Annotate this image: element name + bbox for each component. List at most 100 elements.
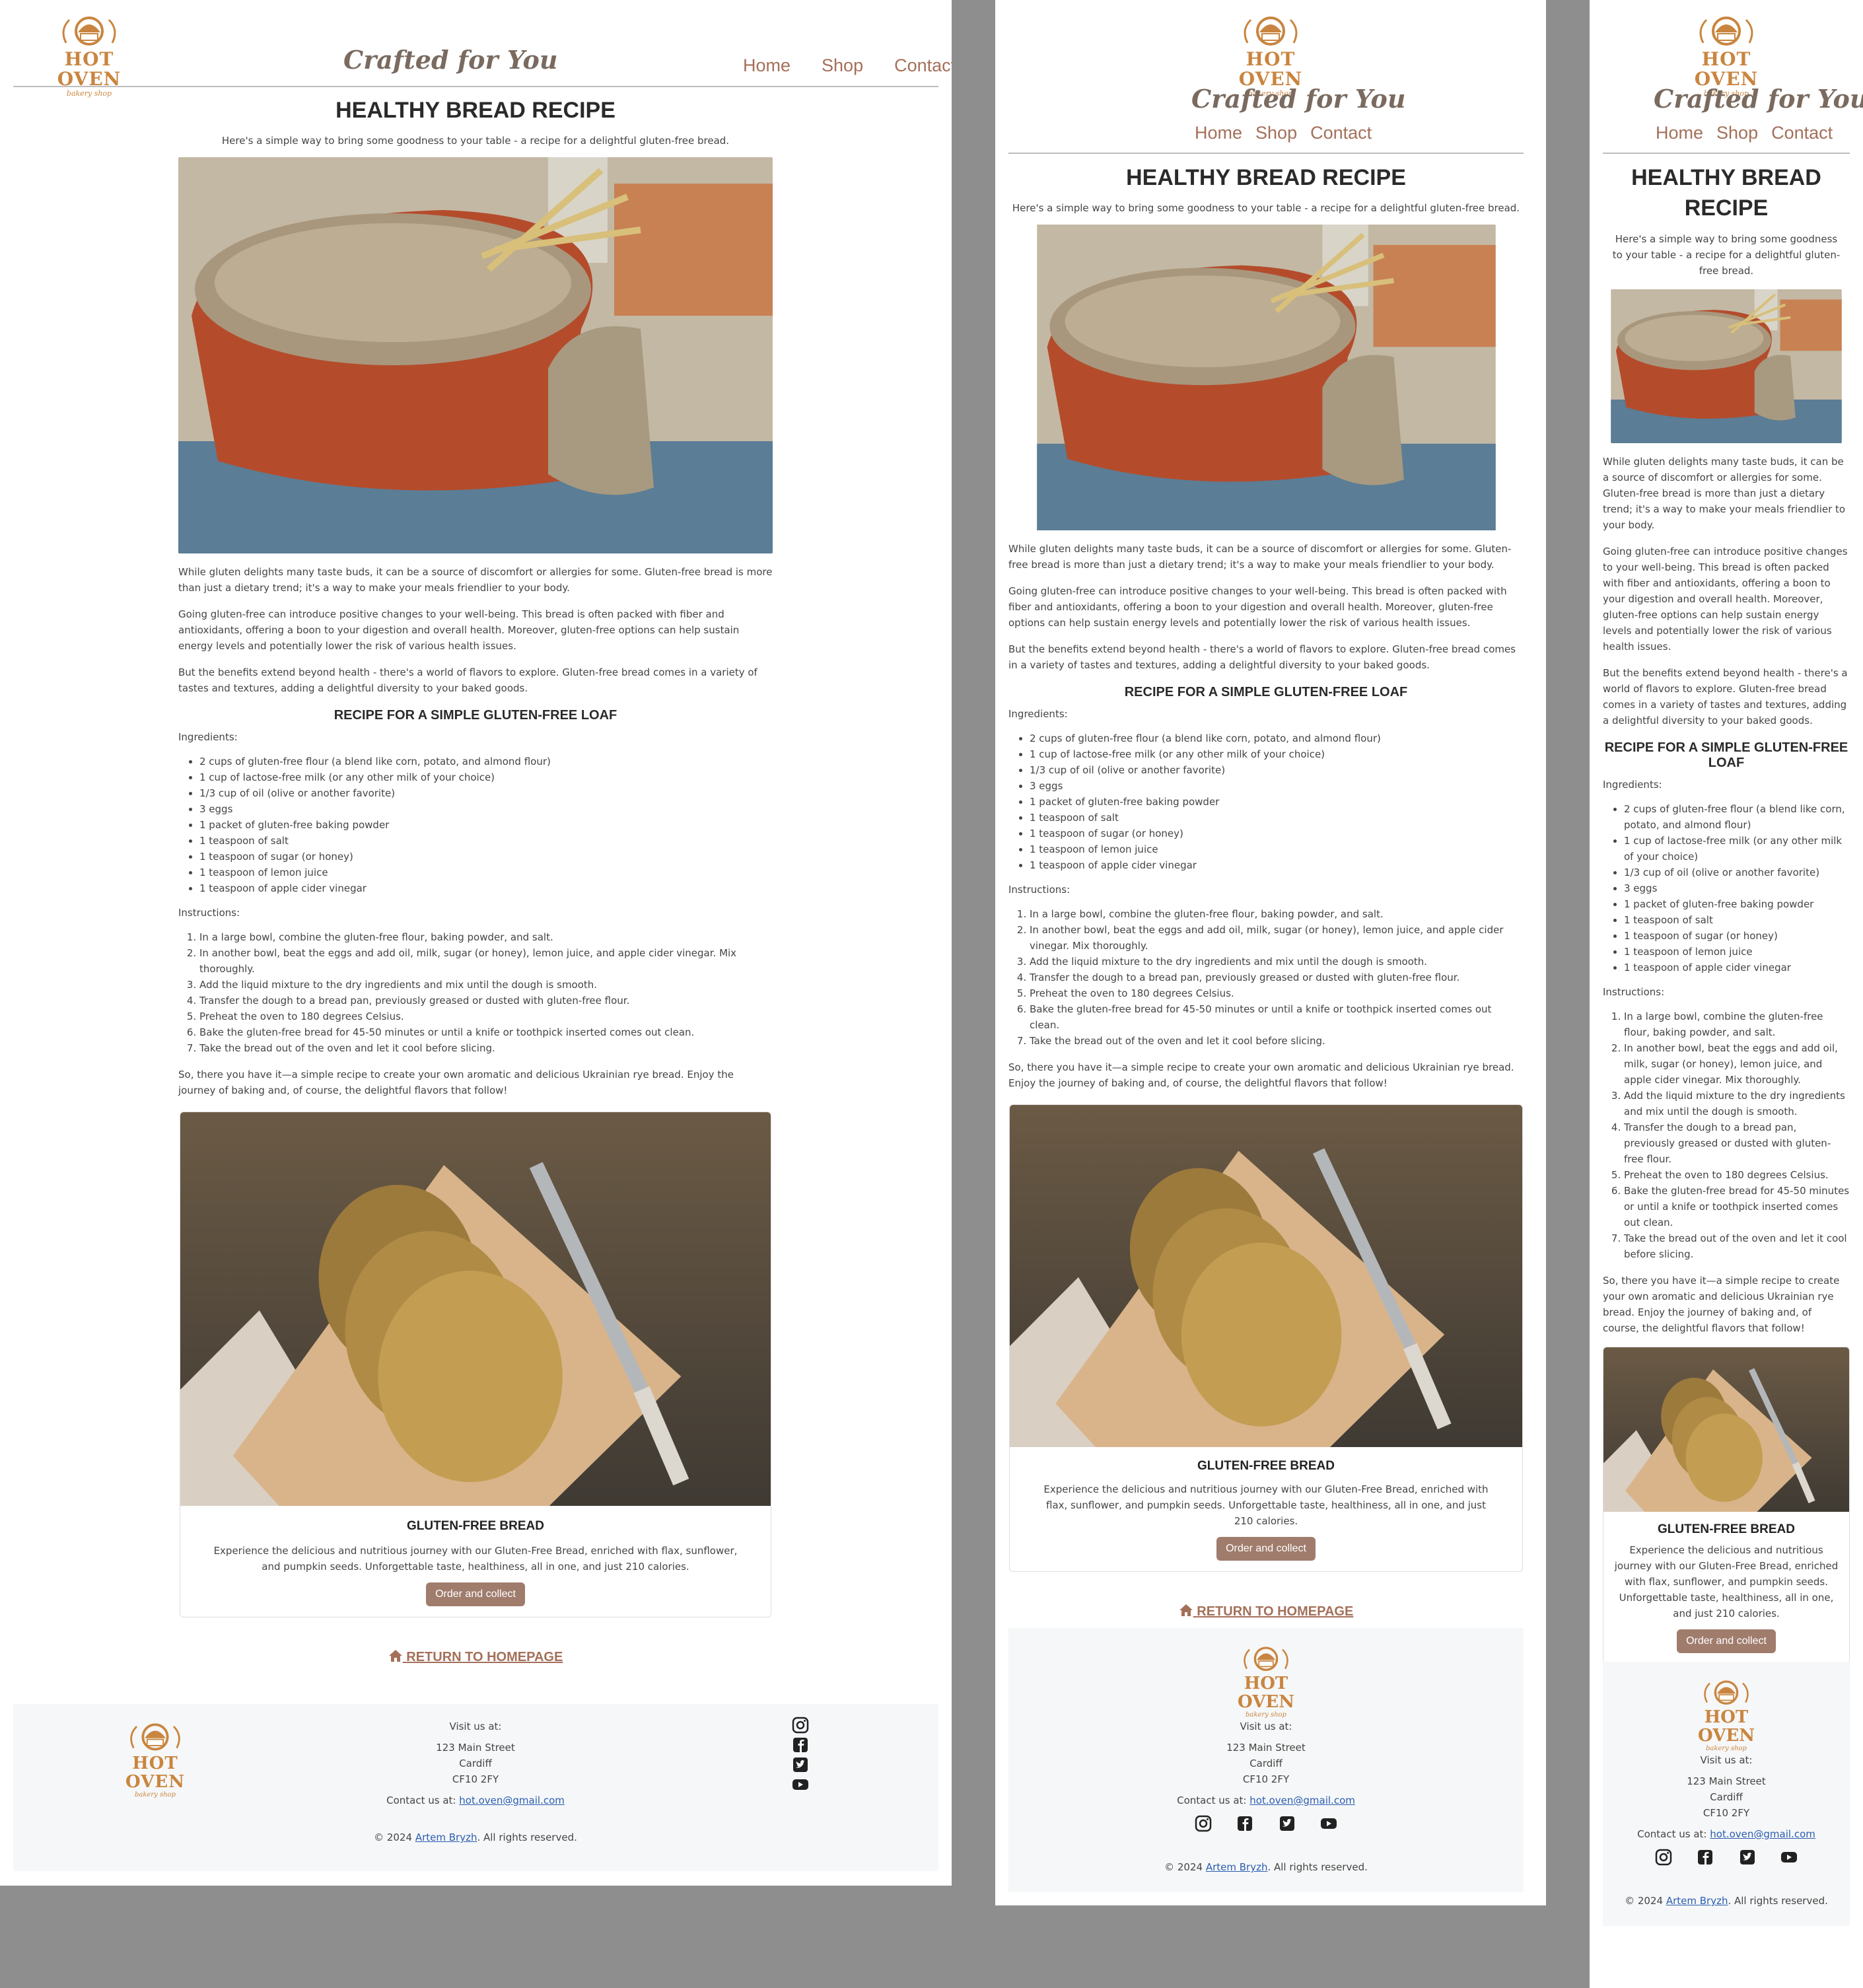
youtube-icon[interactable] xyxy=(1320,1815,1337,1832)
logo-wordmark: HOT OVEN xyxy=(57,48,122,90)
instagram-icon[interactable] xyxy=(792,1717,809,1734)
order-collect-button[interactable]: Order and collect xyxy=(426,1582,525,1606)
author-link[interactable]: Artem Bryzh xyxy=(1206,1861,1268,1873)
list-item: 1 teaspoon of salt xyxy=(1030,810,1524,826)
copyright-prefix: © 2024 xyxy=(374,1831,415,1843)
ingredients-label: Ingredients: xyxy=(1008,708,1068,720)
facebook-icon[interactable] xyxy=(1697,1849,1714,1866)
body-paragraph: But the benefits extend beyond health - … xyxy=(1008,643,1516,671)
order-collect-button[interactable]: Order and collect xyxy=(1677,1629,1776,1653)
social-links xyxy=(1008,1815,1524,1835)
logo-subtitle: bakery shop xyxy=(1706,1745,1747,1752)
footer-logo[interactable]: HOT OVEN bakery shop xyxy=(106,1717,205,1798)
email-link[interactable]: hot.oven@gmail.com xyxy=(1710,1828,1815,1840)
contact-label: Contact us at: xyxy=(1637,1828,1710,1840)
twitter-icon[interactable] xyxy=(1739,1849,1756,1866)
visit-label: Visit us at: xyxy=(1240,1721,1292,1732)
footer-logo[interactable]: HOT OVEN bakery shop xyxy=(1216,1641,1316,1719)
return-homepage-link[interactable]: RETURN TO HOMEPAGE xyxy=(1179,1604,1354,1619)
ingredients-list: 2 cups of gluten-free flour (a blend lik… xyxy=(199,754,773,896)
list-item: 3 eggs xyxy=(1030,778,1524,794)
list-item: Preheat the oven to 180 degrees Celsius. xyxy=(199,1009,773,1024)
nav-shop-link[interactable]: Shop xyxy=(1255,123,1297,143)
hero-bread-image xyxy=(178,157,773,553)
brand-logo[interactable]: HOT OVEN bakery shop xyxy=(40,10,139,98)
author-link[interactable]: Artem Bryzh xyxy=(415,1831,477,1843)
oven-logo-icon xyxy=(1244,17,1298,46)
nav-home-link[interactable]: Home xyxy=(1195,123,1242,143)
body-paragraph: Going gluten-free can introduce positive… xyxy=(178,608,740,652)
facebook-icon[interactable] xyxy=(1236,1815,1253,1832)
facebook-icon[interactable] xyxy=(792,1736,809,1754)
copyright: © 2024 Artem Bryzh. All rights reserved. xyxy=(1008,1861,1524,1873)
list-item: 3 eggs xyxy=(1624,880,1850,896)
hero-bread-image xyxy=(1036,225,1496,530)
tagline: Crafted for You xyxy=(1191,84,1406,114)
header-divider xyxy=(1008,153,1524,154)
nav-home-link[interactable]: Home xyxy=(743,55,791,76)
logo-subtitle: bakery shop xyxy=(135,1791,176,1798)
closing-paragraph: So, there you have it—a simple recipe to… xyxy=(1603,1275,1840,1334)
desktop-viewport: HOT OVEN bakery shop Crafted for You Hom… xyxy=(0,0,952,1886)
article: HEALTHY BREAD RECIPE Here's a simple way… xyxy=(178,95,773,1666)
address-line: Cardiff xyxy=(1249,1757,1283,1769)
email-link[interactable]: hot.oven@gmail.com xyxy=(459,1794,565,1806)
return-link-label: RETURN TO HOMEPAGE xyxy=(1197,1604,1354,1619)
list-item: 1 teaspoon of lemon juice xyxy=(1030,841,1524,857)
site-footer: HOT OVEN bakery shop Visit us at: 123 Ma… xyxy=(13,1704,938,1871)
article: HEALTHY BREAD RECIPE Here's a simple way… xyxy=(1603,162,1850,1712)
list-item: In another bowl, beat the eggs and add o… xyxy=(1624,1040,1850,1088)
nav-shop-link[interactable]: Shop xyxy=(822,55,863,76)
footer-logo[interactable]: HOT OVEN bakery shop xyxy=(1677,1675,1776,1752)
author-link[interactable]: Artem Bryzh xyxy=(1666,1895,1728,1907)
home-icon xyxy=(388,1649,403,1666)
hero-bread-image xyxy=(1611,289,1842,443)
youtube-icon[interactable] xyxy=(792,1776,809,1793)
list-item: Bake the gluten-free bread for 45-50 min… xyxy=(199,1024,773,1040)
header-divider xyxy=(13,86,938,87)
youtube-icon[interactable] xyxy=(1780,1849,1798,1866)
footer-info: Visit us at: 123 Main Street Cardiff CF1… xyxy=(310,1719,641,1845)
address-line: CF10 2FY xyxy=(1703,1807,1750,1819)
tagline: Crafted for You xyxy=(1654,84,1863,114)
list-item: Preheat the oven to 180 degrees Celsius. xyxy=(1624,1167,1850,1183)
tablet-viewport: HOT OVEN bakery shop Crafted for You Hom… xyxy=(995,0,1546,1905)
address-line: 123 Main Street xyxy=(1226,1742,1306,1754)
contact-label: Contact us at: xyxy=(1177,1794,1250,1806)
list-item: Add the liquid mixture to the dry ingred… xyxy=(1624,1088,1850,1119)
list-item: Add the liquid mixture to the dry ingred… xyxy=(1030,954,1524,970)
body-paragraph: Going gluten-free can introduce positive… xyxy=(1603,546,1848,653)
social-links xyxy=(1603,1849,1850,1868)
nav-contact-link[interactable]: Contact xyxy=(1310,123,1372,143)
logo-subtitle: bakery shop xyxy=(1246,1711,1286,1719)
return-link-wrap: RETURN TO HOMEPAGE xyxy=(1008,1604,1524,1621)
mobile-viewport: HOT OVEN bakery shop Crafted for You Hom… xyxy=(1590,0,1863,1988)
body-paragraph: While gluten delights many taste buds, i… xyxy=(1603,456,1846,531)
nav-home-link[interactable]: Home xyxy=(1656,123,1703,143)
ingredients-list: 2 cups of gluten-free flour (a blend lik… xyxy=(1624,801,1850,976)
return-homepage-link[interactable]: RETURN TO HOMEPAGE xyxy=(388,1650,563,1664)
body-paragraph: While gluten delights many taste buds, i… xyxy=(1008,543,1512,571)
intro-text: Here's a simple way to bring some goodne… xyxy=(1612,233,1841,277)
list-item: 1 cup of lactose-free milk (or any other… xyxy=(1624,833,1850,865)
order-collect-button[interactable]: Order and collect xyxy=(1216,1537,1316,1561)
instagram-icon[interactable] xyxy=(1195,1815,1212,1832)
nav-contact-link[interactable]: Contact xyxy=(1771,123,1833,143)
oven-logo-icon xyxy=(130,1723,180,1751)
ingredients-list: 2 cups of gluten-free flour (a blend lik… xyxy=(1030,730,1524,873)
list-item: 2 cups of gluten-free flour (a blend lik… xyxy=(199,754,773,769)
nav-contact-link[interactable]: Contact xyxy=(894,55,952,76)
product-title: GLUTEN-FREE BREAD xyxy=(1197,1459,1335,1473)
address-line: CF10 2FY xyxy=(1242,1773,1290,1785)
nav-shop-link[interactable]: Shop xyxy=(1716,123,1758,143)
twitter-icon[interactable] xyxy=(1279,1815,1296,1832)
oven-logo-icon xyxy=(1704,1680,1749,1705)
twitter-icon[interactable] xyxy=(792,1756,809,1773)
list-item: 1 teaspoon of salt xyxy=(1624,912,1850,928)
instagram-icon[interactable] xyxy=(1655,1849,1672,1866)
list-item: 1 teaspoon of lemon juice xyxy=(1624,944,1850,960)
email-link[interactable]: hot.oven@gmail.com xyxy=(1249,1794,1355,1806)
list-item: 1 teaspoon of sugar (or honey) xyxy=(1030,826,1524,841)
copyright: © 2024 Artem Bryzh. All rights reserved. xyxy=(1603,1895,1850,1907)
list-item: 1 cup of lactose-free milk (or any other… xyxy=(199,769,773,785)
